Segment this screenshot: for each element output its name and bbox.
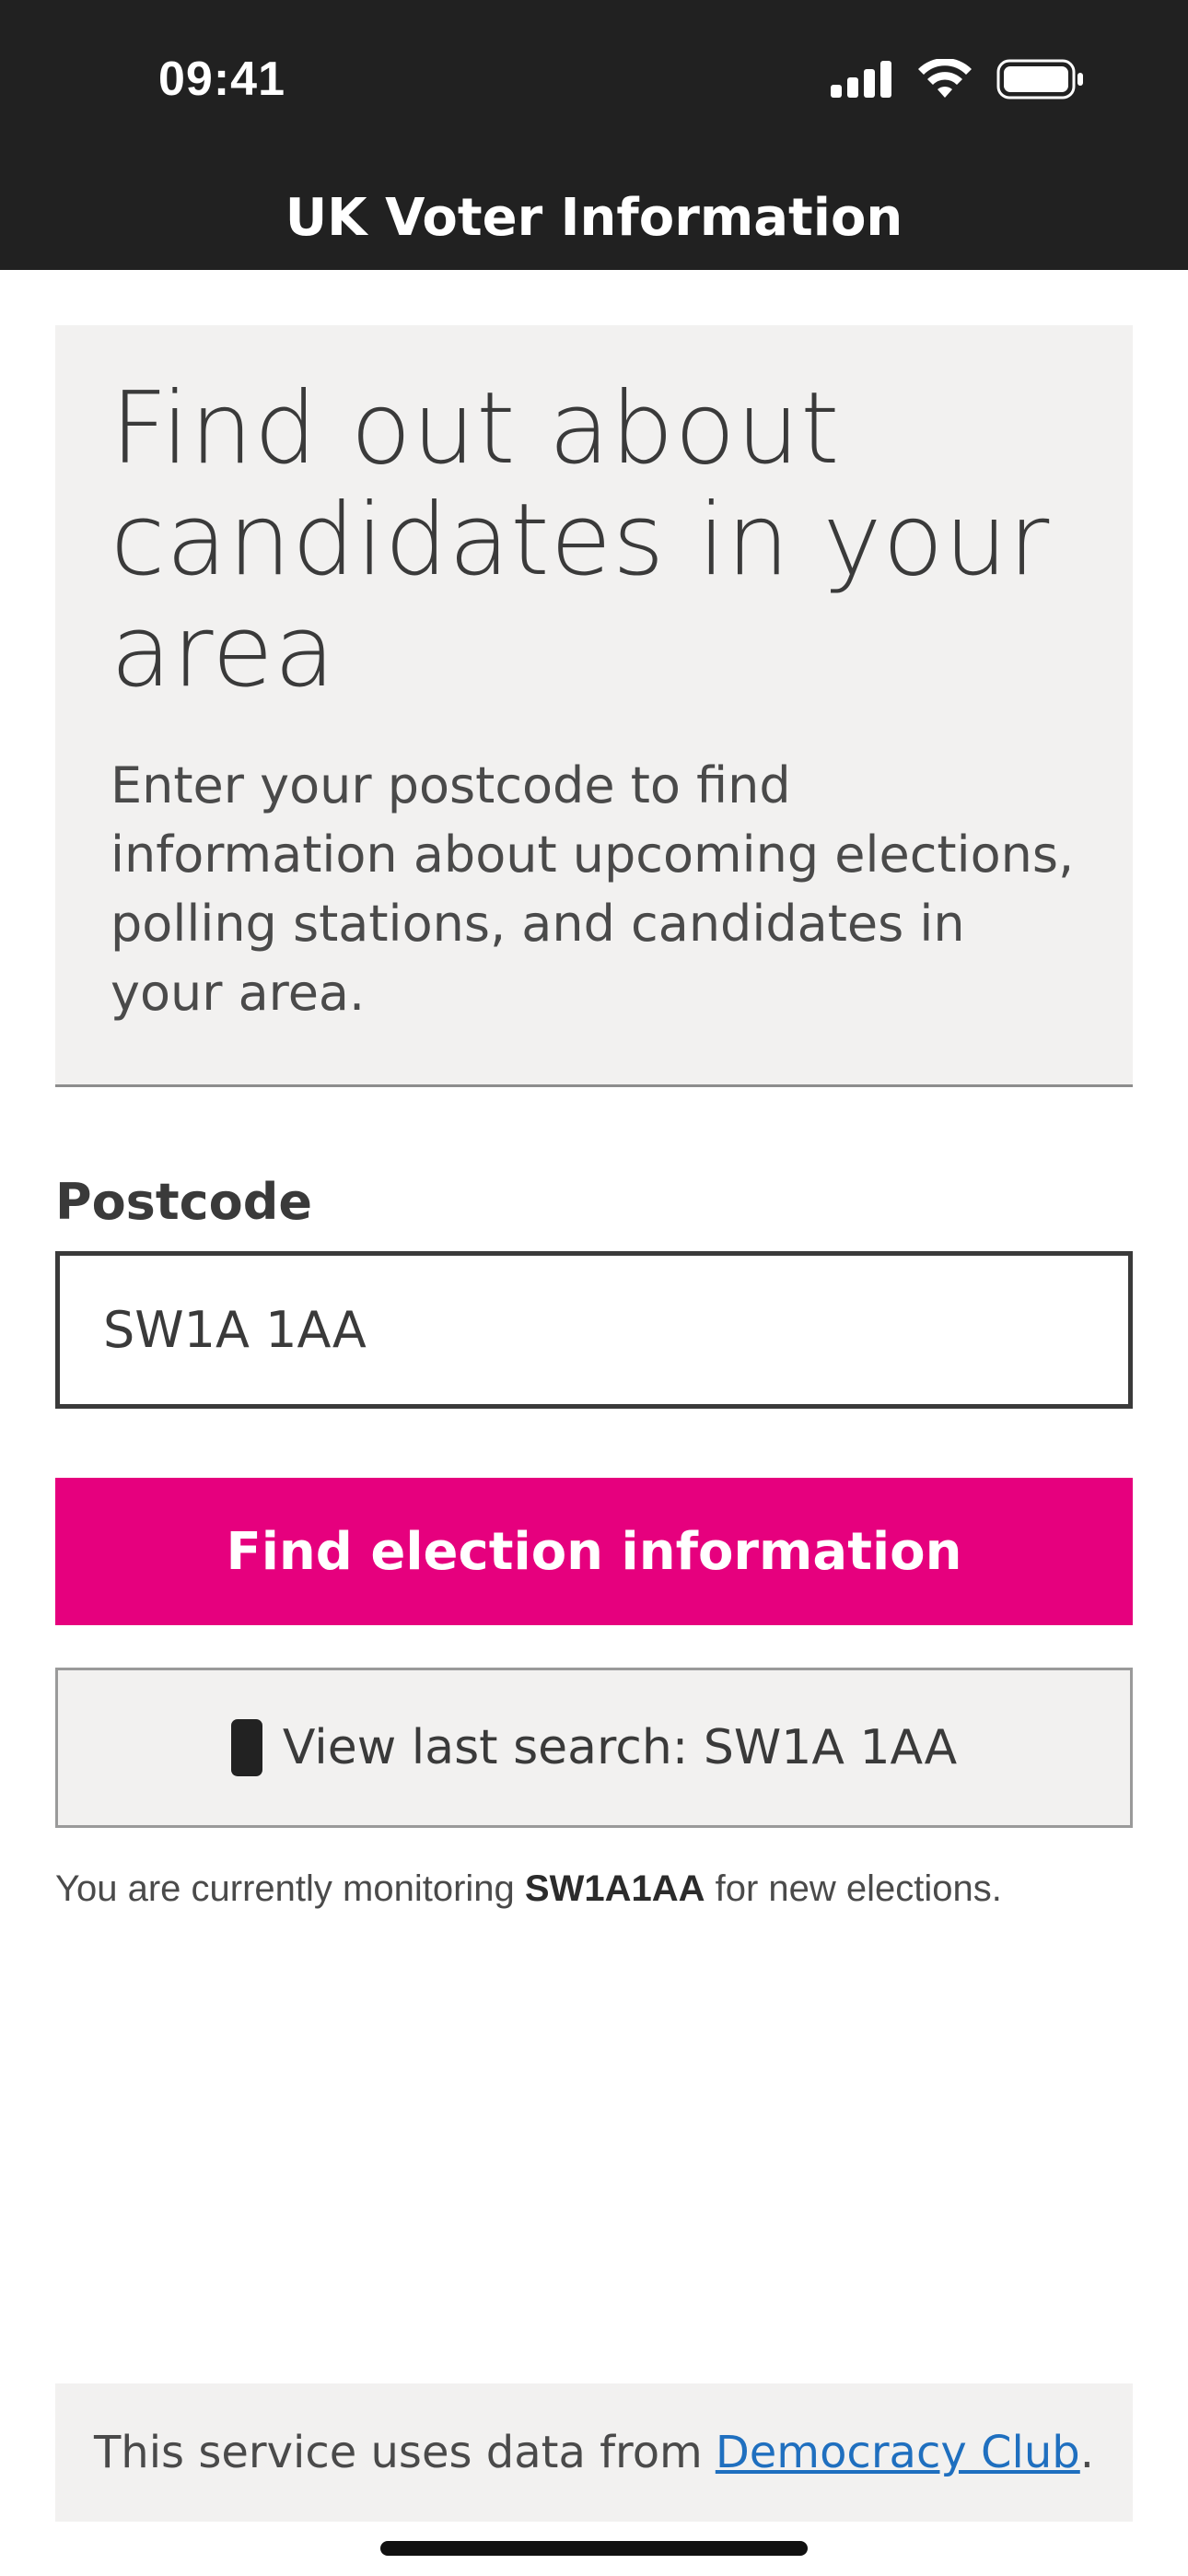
app-header: 09:41 UK Voter Information	[0, 0, 1188, 270]
find-election-information-button[interactable]: Find election information	[55, 1478, 1133, 1625]
view-last-search-label: View last search: SW1A 1AA	[282, 1720, 958, 1775]
home-indicator	[380, 2541, 808, 2556]
intro-panel: Find out about candidates in your area E…	[55, 325, 1133, 1087]
monitoring-notice: You are currently monitoring SW1A1AA for…	[55, 1868, 1002, 1910]
mobile-phone-icon	[230, 1719, 262, 1776]
status-time: 09:41	[158, 53, 285, 106]
monitored-postcode: SW1A1AA	[524, 1868, 705, 1909]
view-last-search-button[interactable]: View last search: SW1A 1AA	[55, 1668, 1133, 1828]
footer: This service uses data from Democracy Cl…	[55, 2383, 1133, 2522]
democracy-club-link[interactable]: Democracy Club	[716, 2427, 1080, 2478]
battery-icon	[996, 59, 1083, 100]
monitoring-suffix: for new elections.	[705, 1868, 1002, 1909]
cellular-signal-icon	[831, 61, 891, 98]
wifi-icon	[918, 59, 972, 98]
monitoring-prefix: You are currently monitoring	[55, 1868, 525, 1909]
footer-text: This service uses data from	[93, 2427, 703, 2478]
footer-period: .	[1079, 2427, 1095, 2478]
intro-text: Enter your postcode to find information …	[111, 756, 1075, 1022]
postcode-label: Postcode	[55, 1173, 313, 1231]
app-title: UK Voter Information	[285, 188, 903, 248]
page-title: Find out about candidates in your area	[111, 371, 1051, 709]
postcode-input[interactable]	[55, 1251, 1133, 1409]
status-icons	[831, 55, 1085, 103]
